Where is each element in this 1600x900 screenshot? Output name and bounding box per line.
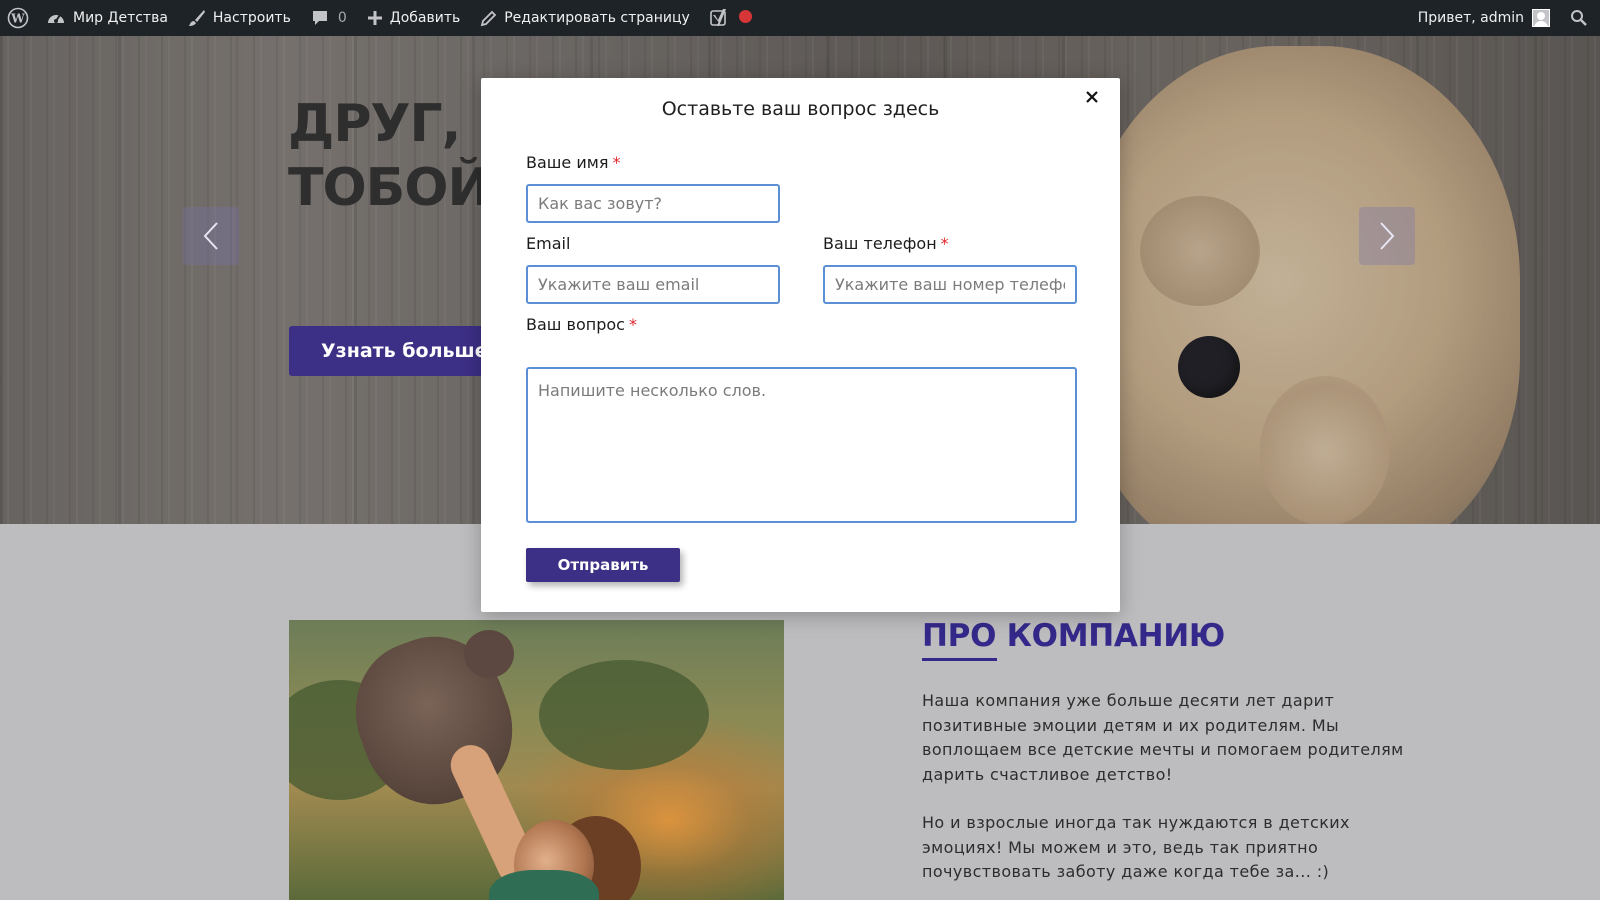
dashboard-icon <box>48 14 64 23</box>
pencil-icon <box>480 10 497 26</box>
name-input[interactable] <box>526 184 780 223</box>
photo-teddy-ear <box>464 630 514 678</box>
account-menu[interactable]: Привет, admin <box>1408 0 1560 36</box>
modal-title: Оставьте ваш вопрос здесь <box>661 98 940 120</box>
yoast-icon <box>709 9 726 26</box>
avatar <box>1532 9 1550 27</box>
admin-bar: W Мир Детства Настроить 0 Добавить Редак… <box>0 0 1600 36</box>
required-mark: * <box>628 315 637 334</box>
seo-menu[interactable] <box>700 0 762 36</box>
status-dot-icon <box>738 9 752 27</box>
close-icon <box>1086 91 1098 103</box>
site-name: Мир Детства <box>73 10 168 26</box>
email-label-text: Email <box>526 234 571 253</box>
slider-prev-button[interactable] <box>183 207 239 265</box>
plus-icon <box>367 11 382 25</box>
slider-next-button[interactable] <box>1359 207 1415 265</box>
phone-input[interactable] <box>823 265 1077 304</box>
question-modal: Оставьте ваш вопрос здесь Ваше имя* Emai… <box>481 78 1120 612</box>
greeting-text: Привет, admin <box>1417 10 1524 26</box>
submit-button[interactable]: Отправить <box>526 548 680 582</box>
admin-search[interactable] <box>1560 0 1600 36</box>
comments-link[interactable]: 0 <box>301 0 357 36</box>
question-textarea[interactable] <box>526 367 1077 523</box>
about-title: ПРО КОМПАНИЮ <box>922 618 1225 654</box>
edit-page-link[interactable]: Редактировать страницу <box>470 0 700 36</box>
wordpress-icon: W <box>7 7 29 29</box>
about-photo <box>289 620 784 900</box>
question-label-text: Ваш вопрос <box>526 315 625 334</box>
email-input[interactable] <box>526 265 780 304</box>
email-label: Email <box>526 234 570 253</box>
photo-shirt <box>489 870 599 900</box>
comments-count: 0 <box>337 10 347 26</box>
add-new-menu[interactable]: Добавить <box>357 0 470 36</box>
chevron-right-icon <box>1380 222 1395 250</box>
brush-icon <box>188 10 205 26</box>
name-label: Ваше имя * <box>526 153 620 172</box>
chevron-left-icon <box>203 222 218 250</box>
customize-label: Настроить <box>212 10 291 26</box>
add-new-label: Добавить <box>389 10 461 26</box>
background-tree <box>539 660 709 770</box>
wordpress-logo[interactable]: W <box>0 0 36 36</box>
phone-label-text: Ваш телефон <box>823 234 937 253</box>
learn-more-button[interactable]: Узнать больше <box>289 326 509 376</box>
question-label: Ваш вопрос * <box>526 315 637 334</box>
edit-page-label: Редактировать страницу <box>504 10 690 26</box>
about-paragraph-1: Наша компания уже больше десяти лет дари… <box>922 691 1404 784</box>
site-name-menu[interactable]: Мир Детства <box>36 0 178 36</box>
name-label-text: Ваше имя <box>526 153 609 172</box>
svg-text:W: W <box>10 12 25 26</box>
title-underline <box>922 658 997 661</box>
phone-label: Ваш телефон * <box>823 234 949 253</box>
about-paragraph-2: Но и взрослые иногда так нуждаются в дет… <box>922 813 1350 881</box>
close-button[interactable] <box>1081 86 1103 108</box>
comment-icon <box>312 11 327 25</box>
customize-link[interactable]: Настроить <box>178 0 301 36</box>
search-icon <box>1571 10 1587 26</box>
required-mark: * <box>940 234 949 253</box>
required-mark: * <box>612 153 621 172</box>
